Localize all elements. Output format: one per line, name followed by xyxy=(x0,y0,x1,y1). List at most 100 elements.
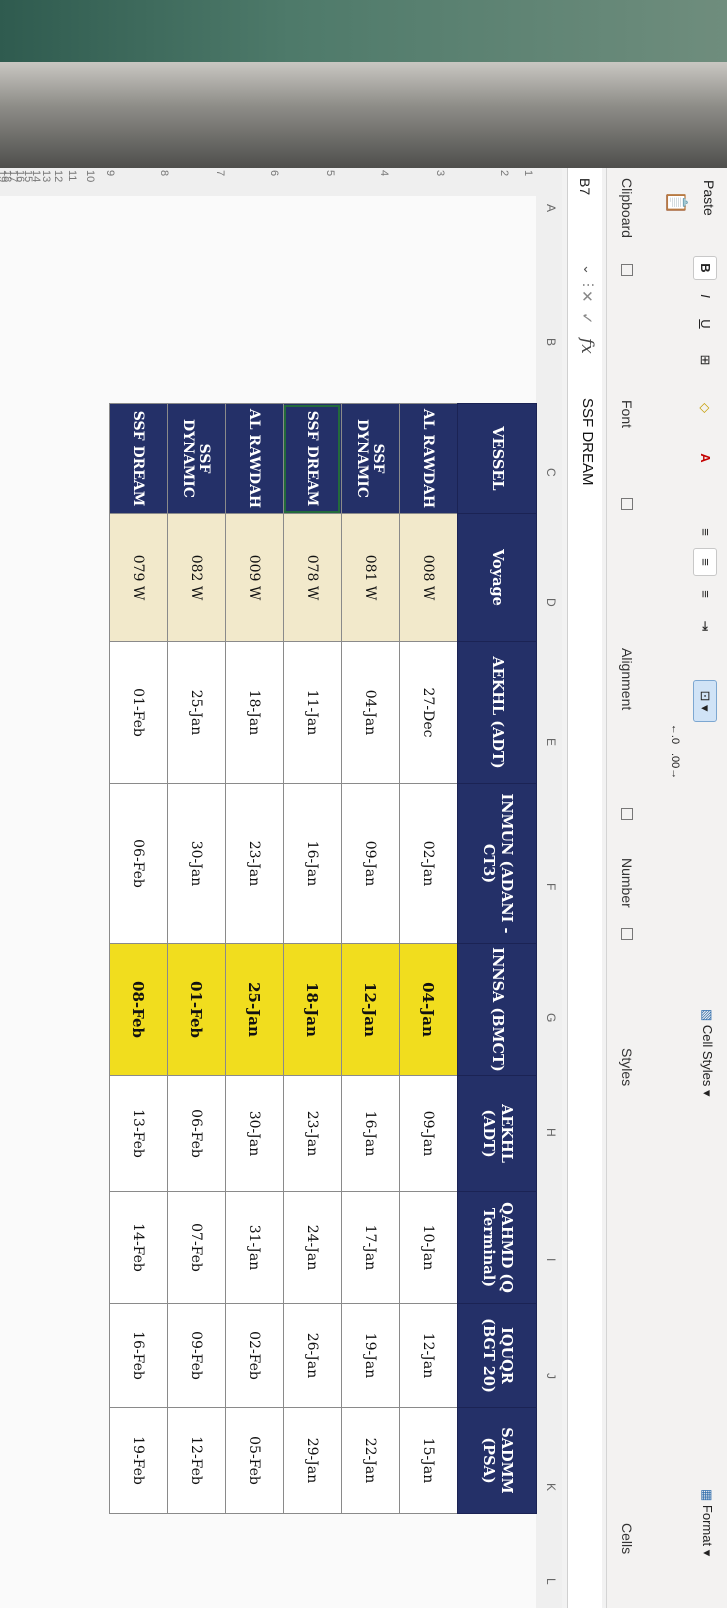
name-box-dropdown-icon[interactable]: ⌄ ⋮ xyxy=(580,264,596,292)
font-launcher-icon[interactable] xyxy=(621,498,633,510)
row-header[interactable]: 5 xyxy=(324,170,336,176)
format-button[interactable]: ▦ Format ▾ xyxy=(695,1488,719,1590)
date-cell[interactable]: 17-Jan xyxy=(341,1191,400,1304)
date-cell[interactable]: 25-Jan xyxy=(167,641,226,784)
date-cell[interactable]: 09-Feb xyxy=(167,1303,226,1408)
column-header[interactable]: G xyxy=(544,1013,558,1022)
column-header[interactable]: D xyxy=(544,598,558,607)
date-cell[interactable]: 01-Feb xyxy=(109,641,168,784)
formula-input[interactable]: SSF DREAM xyxy=(579,398,596,486)
highlighted-date-cell[interactable]: 12-Jan xyxy=(341,943,400,1076)
date-cell[interactable]: 12-Feb xyxy=(167,1407,226,1514)
column-header[interactable]: L xyxy=(544,1578,558,1585)
bold-button[interactable]: B xyxy=(693,256,717,280)
column-header[interactable]: H xyxy=(544,1128,558,1137)
header-innsa[interactable]: INNSA (BMCT) xyxy=(457,943,537,1076)
date-cell[interactable]: 19-Feb xyxy=(109,1407,168,1514)
date-cell[interactable]: 09-Jan xyxy=(399,1075,458,1192)
date-cell[interactable]: 06-Feb xyxy=(167,1075,226,1192)
header-vessel[interactable]: VESSEL xyxy=(457,403,537,514)
date-cell[interactable]: 29-Jan xyxy=(283,1407,342,1514)
header-aekhl-adt-2[interactable]: AEKHL (ADT) xyxy=(457,1075,537,1192)
column-header[interactable]: C xyxy=(544,468,558,477)
number-launcher-icon[interactable] xyxy=(621,928,633,940)
paste-icon[interactable]: 📋 xyxy=(664,190,689,215)
row-header[interactable]: 10 xyxy=(84,170,96,182)
row-header[interactable]: 8 xyxy=(158,170,170,176)
date-cell[interactable]: 02-Jan xyxy=(399,783,458,944)
font-color-icon[interactable]: A xyxy=(693,444,717,472)
column-header[interactable]: K xyxy=(544,1483,558,1491)
date-cell[interactable]: 10-Jan xyxy=(399,1191,458,1304)
fill-color-icon[interactable]: ◇ xyxy=(693,394,717,422)
date-cell[interactable]: 23-Jan xyxy=(225,783,284,944)
row-header[interactable]: 6 xyxy=(268,170,280,176)
name-box[interactable]: B7 xyxy=(574,178,596,258)
vessel-cell-selected[interactable]: SSF DREAM xyxy=(283,403,342,514)
increase-decimal-icon[interactable]: ←.0 xyxy=(663,720,687,748)
highlighted-date-cell[interactable]: 18-Jan xyxy=(283,943,342,1076)
highlighted-date-cell[interactable]: 25-Jan xyxy=(225,943,284,1076)
date-cell[interactable]: 13-Feb xyxy=(109,1075,168,1192)
header-iquqr[interactable]: IQUQR (BGT 20) xyxy=(457,1303,537,1408)
vessel-cell[interactable]: SSF DYNAMIC xyxy=(341,403,400,514)
highlighted-date-cell[interactable]: 08-Feb xyxy=(109,943,168,1076)
voyage-cell[interactable]: 009 W xyxy=(225,513,284,642)
underline-button[interactable]: U xyxy=(693,312,717,336)
date-cell[interactable]: 07-Feb xyxy=(167,1191,226,1304)
date-cell[interactable]: 18-Jan xyxy=(225,641,284,784)
date-cell[interactable]: 19-Jan xyxy=(341,1303,400,1408)
vessel-cell[interactable]: AL RAWDAH xyxy=(225,403,284,514)
row-header[interactable]: 1 xyxy=(522,170,534,176)
header-sadmm[interactable]: SADMM (PSA) xyxy=(457,1407,537,1514)
column-header[interactable]: E xyxy=(544,738,558,746)
column-header[interactable]: B xyxy=(544,338,558,346)
row-header[interactable]: 7 xyxy=(214,170,226,176)
clipboard-launcher-icon[interactable] xyxy=(621,264,633,276)
cell-styles-button[interactable]: ▧ Cell Styles ▾ xyxy=(695,1008,719,1120)
date-cell[interactable]: 24-Jan xyxy=(283,1191,342,1304)
highlighted-date-cell[interactable]: 04-Jan xyxy=(399,943,458,1076)
date-cell[interactable]: 30-Jan xyxy=(225,1075,284,1192)
fx-icon[interactable]: fx xyxy=(577,338,597,354)
voyage-cell[interactable]: 082 W xyxy=(167,513,226,642)
row-header[interactable]: 9 xyxy=(104,170,116,176)
row-header[interactable]: 12 xyxy=(52,170,64,182)
merge-center-button[interactable]: ⊡ ▾ xyxy=(693,680,717,722)
vessel-cell[interactable]: SSF DYNAMIC xyxy=(167,403,226,514)
align-middle-icon[interactable]: ≡ xyxy=(693,548,717,576)
date-cell[interactable]: 15-Jan xyxy=(399,1407,458,1514)
voyage-cell[interactable]: 078 W xyxy=(283,513,342,642)
column-header[interactable]: F xyxy=(544,883,558,890)
date-cell[interactable]: 16-Jan xyxy=(341,1075,400,1192)
highlighted-date-cell[interactable]: 01-Feb xyxy=(167,943,226,1076)
date-cell[interactable]: 31-Jan xyxy=(225,1191,284,1304)
date-cell[interactable]: 23-Jan xyxy=(283,1075,342,1192)
date-cell[interactable]: 30-Jan xyxy=(167,783,226,944)
enter-icon[interactable]: ✓ xyxy=(578,312,596,325)
align-bottom-icon[interactable]: ≡ xyxy=(693,580,717,608)
date-cell[interactable]: 26-Jan xyxy=(283,1303,342,1408)
header-qahmd[interactable]: QAHMD (Q Terminal) xyxy=(457,1191,537,1304)
date-cell[interactable]: 12-Jan xyxy=(399,1303,458,1408)
date-cell[interactable]: 27-Dec xyxy=(399,641,458,784)
date-cell[interactable]: 11-Jan xyxy=(283,641,342,784)
header-inmun[interactable]: INMUN (ADANI - CT3) xyxy=(457,783,537,944)
date-cell[interactable]: 16-Jan xyxy=(283,783,342,944)
row-header[interactable]: 3 xyxy=(434,170,446,176)
borders-icon[interactable]: ⊞ xyxy=(693,346,717,374)
row-header[interactable]: 19 xyxy=(0,170,8,182)
date-cell[interactable]: 09-Jan xyxy=(341,783,400,944)
date-cell[interactable]: 05-Feb xyxy=(225,1407,284,1514)
row-header[interactable]: 11 xyxy=(66,170,78,181)
voyage-cell[interactable]: 081 W xyxy=(341,513,400,642)
column-header[interactable]: A xyxy=(544,204,558,212)
date-cell[interactable]: 06-Feb xyxy=(109,783,168,944)
alignment-launcher-icon[interactable] xyxy=(621,808,633,820)
date-cell[interactable]: 14-Feb xyxy=(109,1191,168,1304)
column-header[interactable]: I xyxy=(544,1258,558,1261)
header-aekhl-adt[interactable]: AEKHL (ADT) xyxy=(457,641,537,784)
vessel-cell[interactable]: AL RAWDAH xyxy=(399,403,458,514)
voyage-cell[interactable]: 079 W xyxy=(109,513,168,642)
row-header[interactable]: 2 xyxy=(498,170,510,176)
